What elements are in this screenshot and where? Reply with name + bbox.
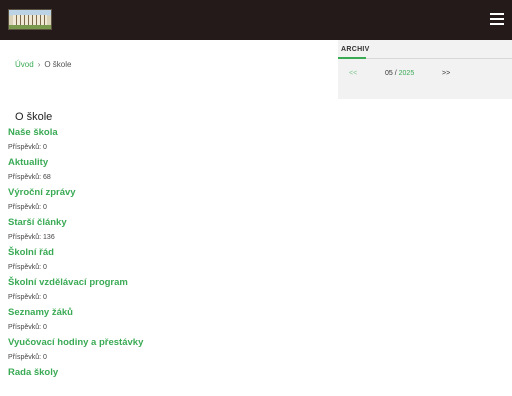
count-value: 0	[43, 354, 47, 361]
category-link[interactable]: Aktuality	[8, 156, 328, 169]
count-value: 0	[43, 294, 47, 301]
category-item: Vyučovací hodiny a přestávky Příspěvků: …	[8, 336, 328, 366]
category-link[interactable]: Výroční zprávy	[8, 186, 328, 199]
archive-prev-button[interactable]: <<	[349, 70, 357, 77]
category-link[interactable]: Školní vzdělávací program	[8, 276, 328, 289]
category-link[interactable]: Rada školy	[8, 366, 328, 379]
category-link[interactable]: Vyučovací hodiny a přestávky	[8, 336, 328, 349]
archive-month: 05	[385, 70, 393, 77]
category-count: Příspěvků: 68	[8, 172, 328, 183]
category-item: Aktuality Příspěvků: 68	[8, 156, 328, 186]
category-count: Příspěvků: 136	[8, 232, 328, 243]
category-item: Školní řád Příspěvků: 0	[8, 246, 328, 276]
category-link[interactable]: Naše škola	[8, 126, 328, 139]
breadcrumb-current: O škole	[44, 60, 72, 69]
category-count: Příspěvků: 0	[8, 262, 328, 273]
count-value: 0	[43, 264, 47, 271]
count-label: Příspěvků:	[8, 234, 42, 241]
count-label: Příspěvků:	[8, 354, 42, 361]
menu-bar-3	[490, 23, 504, 25]
breadcrumb-home-link[interactable]: Úvod	[15, 60, 34, 69]
archive-sidebar: ARCHIV << 05 / 2025 >>	[338, 40, 512, 99]
category-count: Příspěvků: 0	[8, 292, 328, 303]
category-count: Příspěvků: 0	[8, 202, 328, 213]
category-list: Naše škola Příspěvků: 0 Aktuality Příspě…	[8, 126, 328, 396]
count-label: Příspěvků:	[8, 204, 42, 211]
category-item: Starší články Příspěvků: 136	[8, 216, 328, 246]
site-header	[0, 0, 512, 40]
breadcrumb-separator: ›	[37, 60, 41, 69]
category-item: Výroční zprávy Příspěvků: 0	[8, 186, 328, 216]
count-label: Příspěvků:	[8, 144, 42, 151]
breadcrumb: Úvod › O škole	[15, 60, 71, 69]
category-count: Příspěvků: 0	[8, 352, 328, 363]
page-title: O škole	[15, 111, 53, 123]
category-item: Naše škola Příspěvků: 0	[8, 126, 328, 156]
category-item: Školní vzdělávací program Příspěvků: 0	[8, 276, 328, 306]
count-value: 0	[43, 204, 47, 211]
count-label: Příspěvků:	[8, 174, 42, 181]
count-label: Příspěvků:	[8, 264, 42, 271]
menu-bar-1	[490, 13, 504, 15]
archive-next-button[interactable]: >>	[442, 70, 450, 77]
count-label: Příspěvků:	[8, 324, 42, 331]
archive-year-link[interactable]: 2025	[399, 70, 415, 77]
school-logo[interactable]	[8, 9, 52, 30]
category-item: Rada školy	[8, 366, 328, 396]
count-value: 68	[43, 174, 51, 181]
category-count: Příspěvků: 0	[8, 142, 328, 153]
logo-grass	[9, 25, 51, 29]
category-link[interactable]: Starší články	[8, 216, 328, 229]
menu-bar-2	[490, 18, 504, 20]
archive-divider	[366, 58, 512, 59]
count-value: 0	[43, 324, 47, 331]
archive-title-underline	[338, 57, 366, 59]
category-link[interactable]: Školní řád	[8, 246, 328, 259]
archive-period: 05 / 2025	[385, 70, 414, 77]
category-count: Příspěvků: 0	[8, 322, 328, 333]
category-link[interactable]: Seznamy žáků	[8, 306, 328, 319]
count-label: Příspěvků:	[8, 294, 42, 301]
hamburger-menu-icon[interactable]	[490, 13, 504, 25]
count-value: 136	[43, 234, 55, 241]
category-item: Seznamy žáků Příspěvků: 0	[8, 306, 328, 336]
archive-title: ARCHIV	[341, 46, 370, 53]
count-value: 0	[43, 144, 47, 151]
